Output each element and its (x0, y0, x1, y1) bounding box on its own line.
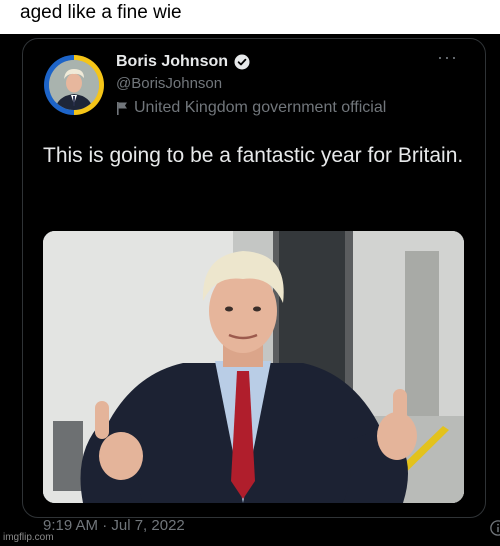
imgflip-watermark: imgflip.com (3, 532, 54, 543)
tweet-screenshot: Boris Johnson @BorisJohnson United Kingd… (0, 34, 500, 546)
meme-caption-area: aged like a fine wie (0, 0, 500, 34)
tweet-text: This is going to be a fantastic year for… (43, 144, 464, 167)
author-row: Boris Johnson (116, 53, 251, 71)
author-name[interactable]: Boris Johnson (116, 53, 228, 71)
tweet-card[interactable]: Boris Johnson @BorisJohnson United Kingd… (22, 38, 500, 536)
more-icon[interactable]: ··· (437, 47, 458, 68)
avatar-photo (49, 60, 99, 110)
info-icon[interactable] (489, 519, 500, 537)
tweet-timestamp[interactable]: 9:19 AM · Jul 7, 2022 (43, 517, 185, 534)
flag-icon (117, 102, 127, 115)
government-label-row: United Kingdom government official (116, 99, 386, 117)
avatar[interactable] (44, 55, 104, 115)
meme-caption: aged like a fine wie (20, 2, 182, 23)
government-label[interactable]: United Kingdom government official (134, 99, 386, 117)
author-handle[interactable]: @BorisJohnson (116, 75, 222, 92)
tweet-photo[interactable] (43, 231, 464, 503)
verified-badge-icon (234, 54, 250, 70)
